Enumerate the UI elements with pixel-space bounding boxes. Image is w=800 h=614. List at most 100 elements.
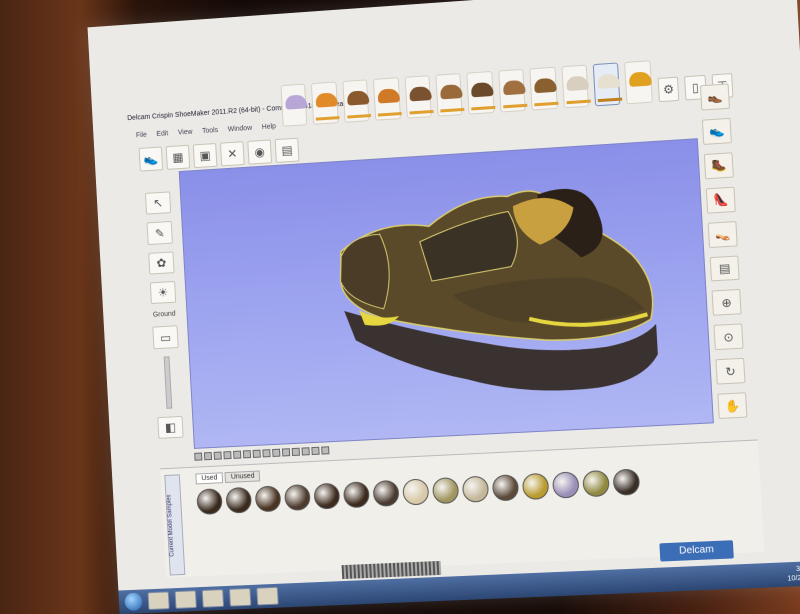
left-toolbar: ↖ ✎ ✿ ☀ Ground ▭ ◧ — [141, 191, 187, 439]
shoe-mid-5-button[interactable] — [529, 66, 559, 111]
material-swatch[interactable] — [612, 468, 641, 496]
explorer-icon[interactable] — [147, 591, 170, 610]
frame-tick[interactable] — [194, 452, 203, 461]
material-swatch[interactable] — [491, 474, 520, 502]
shoe-mid-2-button[interactable] — [435, 73, 465, 117]
shoe-angle-view-icon[interactable]: 👡 — [707, 220, 738, 248]
shoe-lilac-button[interactable] — [280, 83, 308, 127]
shoe-brown-button[interactable] — [342, 79, 371, 123]
shoe-front-view-icon[interactable]: 👠 — [705, 186, 736, 214]
frame-tick[interactable] — [203, 452, 213, 461]
save-icon[interactable]: ▣ — [192, 142, 218, 169]
shoe-icon — [408, 86, 432, 102]
shoe-white-button[interactable] — [561, 64, 591, 109]
frame-tick[interactable] — [311, 446, 320, 456]
shoe-mid-4-button[interactable] — [498, 68, 528, 113]
material-swatch[interactable] — [461, 475, 490, 503]
shoe-icon — [377, 88, 401, 104]
shoe-icon — [597, 73, 621, 90]
frame-tick[interactable] — [281, 448, 291, 457]
ground-slider[interactable] — [163, 356, 173, 409]
frame-tick[interactable] — [262, 449, 271, 458]
shoe-icon[interactable]: 👟 — [138, 146, 164, 172]
menu-window[interactable]: Window — [228, 125, 253, 138]
shoe-side-view-icon[interactable]: 👞 — [699, 83, 730, 111]
start-button[interactable] — [124, 592, 143, 611]
app-icon[interactable] — [201, 589, 225, 608]
material-swatch[interactable] — [342, 481, 370, 509]
close-x-icon[interactable]: ✕ — [219, 141, 245, 167]
app-icon[interactable] — [256, 586, 279, 606]
model-toolbar: ⚙ ▯ ⊤ — [280, 41, 734, 127]
document-icon[interactable]: ▤ — [274, 137, 300, 163]
shoe-gold-button[interactable] — [624, 60, 653, 105]
3d-viewport[interactable] — [178, 138, 714, 449]
folder-icon[interactable]: ▦ — [165, 144, 191, 170]
shoe-icon — [471, 81, 495, 98]
panel-side-label: Current Model Samples — [164, 474, 186, 576]
shoe-toe-cap — [338, 234, 391, 311]
shoe-icon — [534, 77, 558, 94]
shoe-profile-view-icon[interactable]: 🥾 — [703, 152, 734, 180]
frame-tick[interactable] — [301, 447, 310, 456]
frame-tick[interactable] — [242, 450, 252, 459]
material-swatch[interactable] — [521, 472, 550, 501]
gear-icon[interactable]: ⚙ — [657, 76, 680, 103]
rotate-icon[interactable]: ↻ — [715, 358, 746, 385]
shoe-orange-2-button[interactable] — [373, 77, 402, 121]
material-swatch[interactable] — [196, 488, 223, 516]
material-swatch[interactable] — [283, 484, 311, 511]
progress-strip — [341, 560, 442, 580]
shoe-mid-1-button[interactable] — [404, 75, 434, 119]
light-icon[interactable]: ☀ — [149, 281, 177, 305]
tab-used[interactable]: Used — [195, 472, 224, 485]
shoe-selected-button[interactable] — [592, 62, 623, 107]
shoe-icon — [285, 94, 308, 110]
shoe-icon — [502, 79, 526, 96]
frame-tick[interactable] — [213, 451, 222, 460]
material-swatch[interactable] — [551, 471, 580, 499]
menu-help[interactable]: Help — [262, 123, 277, 136]
menu-edit[interactable]: Edit — [156, 130, 168, 143]
frame-tick[interactable] — [291, 447, 300, 457]
shoe-walk-view-icon[interactable]: 👟 — [701, 117, 732, 145]
projected-screen: Delcam Crispin ShoeMaker 2011.R2 (64-bit… — [87, 0, 800, 614]
shoe-icon — [629, 71, 653, 87]
material-swatch[interactable] — [313, 482, 341, 510]
frame-tick[interactable] — [321, 446, 330, 455]
ground-label: Ground — [152, 311, 176, 320]
shoe-icon — [346, 90, 370, 106]
camera-view-icon[interactable]: ◧ — [157, 415, 184, 439]
shoe-orange-button[interactable] — [311, 81, 340, 125]
select-arrow-icon[interactable]: ↖ — [144, 191, 172, 215]
camera-icon[interactable]: ◉ — [247, 139, 273, 165]
frame-tick[interactable] — [223, 451, 232, 460]
pan-icon[interactable]: ✋ — [717, 392, 748, 420]
tray-date: 10/26/2010 — [787, 573, 800, 583]
frame-tick[interactable] — [252, 449, 261, 458]
frame-tick[interactable] — [233, 450, 242, 459]
material-swatches — [196, 468, 641, 516]
brush-icon[interactable]: ✎ — [146, 221, 173, 245]
material-swatch[interactable] — [254, 485, 282, 513]
material-swatch[interactable] — [372, 479, 400, 507]
tab-unused[interactable]: Unused — [224, 470, 261, 484]
menu-tools[interactable]: Tools — [202, 127, 219, 140]
shoe-render — [180, 139, 660, 402]
shoemaker-icon[interactable] — [228, 587, 252, 607]
menu-file[interactable]: File — [136, 132, 148, 145]
menu-view[interactable]: View — [178, 129, 193, 142]
shoe-icon — [315, 92, 339, 108]
material-swatch[interactable] — [431, 477, 460, 505]
frame-tick[interactable] — [272, 448, 281, 457]
material-swatch[interactable] — [402, 478, 430, 506]
shoe-mid-3-button[interactable] — [466, 70, 496, 115]
material-swatch[interactable] — [582, 469, 610, 498]
label-icon[interactable]: ▤ — [709, 255, 740, 282]
zoom-in-icon[interactable]: ⊕ — [711, 289, 742, 317]
ground-plane-icon[interactable]: ▭ — [152, 325, 179, 350]
shoe-icon — [565, 75, 589, 92]
material-swatch[interactable] — [225, 486, 253, 514]
zoom-region-icon[interactable]: ⊙ — [713, 323, 744, 351]
material-icon[interactable]: ✿ — [148, 251, 175, 275]
